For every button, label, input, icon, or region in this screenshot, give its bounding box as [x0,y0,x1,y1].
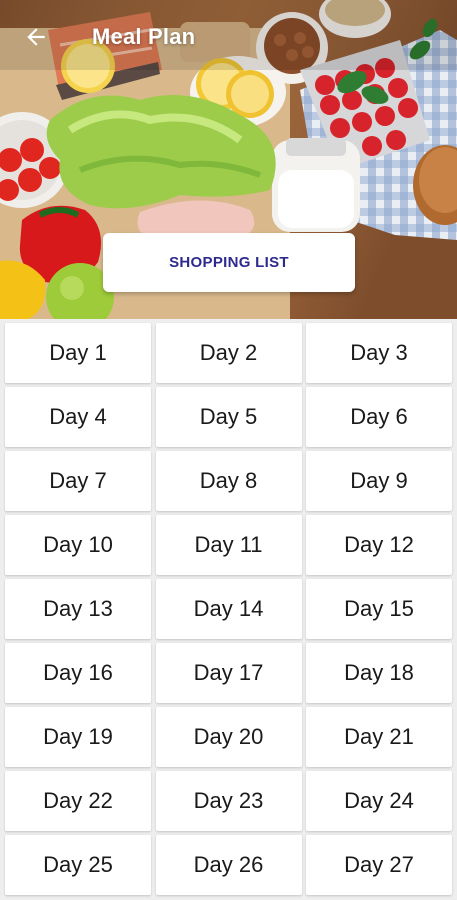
day-label: Day 14 [193,596,264,621]
day-label: Day 2 [199,340,258,365]
day-button[interactable]: Day 21 [306,707,452,767]
day-button[interactable]: Day 9 [306,451,452,511]
day-label: Day 18 [344,660,414,685]
day-grid: Day 1 Day 2 Day 3 Day 4 Day 5 Day 6 Day 7 Day 8… [5,323,452,895]
day-button[interactable]: Day 25 [5,835,151,895]
day-button[interactable]: Day 27 [306,835,452,895]
day-label: Day 1 [49,340,107,365]
day-button[interactable]: Day 11 [155,515,302,575]
day-label: Day 24 [344,788,414,813]
day-button[interactable]: Day 22 [5,771,151,831]
app-bar: Meal Plan [0,14,457,60]
shopping-list-button[interactable]: SHOPPING LIST [103,233,355,292]
day-label: Day 11 [194,532,263,557]
day-label: Day 19 [43,724,113,749]
day-label: Day 8 [199,468,258,493]
day-button[interactable]: Day 2 [155,323,302,383]
day-label: Day 20 [193,724,264,749]
day-label: Day 5 [199,404,258,429]
day-button[interactable]: Day 8 [155,451,302,511]
day-label: Day 13 [43,596,113,621]
day-button[interactable]: Day 12 [306,515,452,575]
day-label: Day 16 [43,660,113,685]
day-label: Day 21 [344,724,414,749]
arrow-left-icon [27,28,45,46]
day-label: Day 25 [43,852,113,877]
day-button[interactable]: Day 13 [5,579,151,639]
day-label: Day 4 [49,404,107,429]
day-label: Day 23 [193,788,264,813]
day-label: Day 26 [193,852,264,877]
day-label: Day 15 [344,596,414,621]
day-label: Day 9 [350,468,408,493]
day-button[interactable]: Day 5 [155,387,302,447]
day-label: Day 17 [193,660,264,685]
day-label: Day 10 [43,532,113,557]
day-label: Day 3 [350,340,408,365]
day-button[interactable]: Day 1 [5,323,151,383]
day-button[interactable]: Day 15 [306,579,452,639]
shopping-list-label: SHOPPING LIST [169,254,289,271]
day-button[interactable]: Day 10 [5,515,151,575]
day-button[interactable]: Day 4 [5,387,151,447]
page-title: Meal Plan [92,24,196,49]
day-label: Day 22 [43,788,113,813]
day-button[interactable]: Day 20 [155,707,302,767]
day-button[interactable]: Day 7 [5,451,151,511]
back-button[interactable] [14,15,58,59]
day-label: Day 6 [350,404,408,429]
header-image: Meal Plan SHOPPING LIST [0,0,457,319]
day-button[interactable]: Day 16 [5,643,151,703]
day-button[interactable]: Day 19 [5,707,151,767]
day-button[interactable]: Day 18 [306,643,452,703]
day-label: Day 7 [49,468,107,493]
day-button[interactable]: Day 3 [306,323,452,383]
day-button[interactable]: Day 14 [155,579,302,639]
day-button[interactable]: Day 17 [155,643,302,703]
day-label: Day 27 [344,852,414,877]
day-button[interactable]: Day 6 [306,387,452,447]
day-button[interactable]: Day 26 [155,835,302,895]
day-button[interactable]: Day 23 [155,771,302,831]
day-button[interactable]: Day 24 [306,771,452,831]
day-label: Day 12 [344,532,414,557]
